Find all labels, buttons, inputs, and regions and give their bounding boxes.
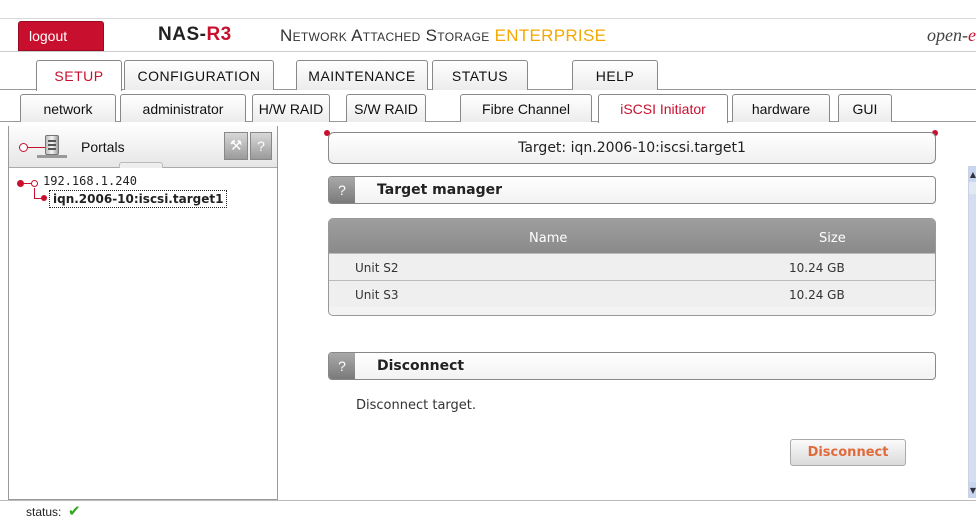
subtab-network[interactable]: network [20, 94, 116, 122]
tree-item-target[interactable]: iqn.2006-10:iscsi.target1 [49, 190, 228, 208]
target-manager-section: ? Target manager [328, 176, 936, 204]
content-scrollbar[interactable]: ▲ ▼ [968, 166, 976, 498]
brand-logo: NAS-R3 [158, 24, 232, 46]
unit-name: Unit S2 [355, 261, 399, 275]
main-content: Target: iqn.2006-10:iscsi.target1 ? Targ… [282, 126, 966, 500]
unit-size: 10.24 GB [789, 261, 845, 275]
units-table: Name Size Unit S2 10.24 GB Unit S3 10.24… [328, 218, 936, 316]
vendor-logo: open-e [927, 25, 976, 46]
column-header-name[interactable]: Name [529, 231, 567, 246]
server-icon [45, 135, 59, 155]
brand-suffix: R3 [206, 24, 232, 45]
connector-line [28, 147, 46, 148]
tab-help[interactable]: HELP [572, 60, 658, 90]
scroll-up-arrow-icon[interactable]: ▲ [969, 166, 976, 182]
portal-node-icon [19, 143, 28, 152]
table-header: Name Size [329, 219, 935, 253]
vendor-prefix: open- [927, 25, 968, 45]
portals-header: Portals ⚒ ? [9, 126, 277, 168]
vendor-suffix: e [968, 25, 976, 45]
status-label: status: [26, 505, 62, 519]
wrench-icon[interactable]: ⚒ [224, 132, 248, 160]
subtitle-text: Network Attached Storage [280, 26, 490, 45]
scroll-down-arrow-icon[interactable]: ▼ [969, 482, 976, 498]
status-bar: status: ✔ [0, 500, 976, 521]
sub-tab-bar: network administrator H/W RAID S/W RAID … [0, 90, 976, 123]
scroll-thumb[interactable] [969, 194, 976, 484]
app-subtitle: Network Attached Storage ENTERPRISE [280, 26, 606, 46]
tab-maintenance[interactable]: MAINTENANCE [296, 60, 428, 90]
subtab-hw-raid[interactable]: H/W RAID [252, 94, 330, 122]
logout-button[interactable]: logout [18, 21, 104, 51]
subtab-gui[interactable]: GUI [838, 94, 892, 122]
tree-item-portal[interactable]: 192.168.1.240 [43, 174, 137, 188]
app-header: logout NAS-R3 Network Attached Storage E… [0, 18, 976, 52]
disconnect-help-button[interactable]: ? [329, 353, 355, 379]
tab-setup[interactable]: SETUP [36, 60, 122, 91]
portals-title: Portals [81, 139, 125, 155]
portals-help-button[interactable]: ? [250, 132, 272, 160]
edition-label: ENTERPRISE [494, 26, 607, 45]
panel-resize-handle[interactable] [119, 162, 163, 168]
main-tab-bar: SETUP CONFIGURATION MAINTENANCE STATUS H… [0, 56, 976, 91]
disconnect-section: ? Disconnect [328, 352, 936, 380]
table-row[interactable]: Unit S3 10.24 GB [329, 280, 935, 307]
subtab-hardware[interactable]: hardware [732, 94, 830, 122]
target-manager-help-button[interactable]: ? [329, 177, 355, 203]
subtab-administrator[interactable]: administrator [120, 94, 246, 122]
tree-leaf-icon [41, 195, 47, 201]
tab-configuration[interactable]: CONFIGURATION [124, 60, 274, 90]
target-manager-title: Target manager [377, 182, 503, 198]
tree-node-icon [31, 180, 38, 187]
disconnect-button[interactable]: Disconnect [790, 439, 906, 466]
brand-prefix: NAS- [158, 24, 207, 45]
tab-status[interactable]: STATUS [432, 60, 528, 90]
disconnect-title: Disconnect [377, 358, 465, 374]
column-header-size[interactable]: Size [819, 231, 846, 246]
subtab-iscsi-initiator[interactable]: iSCSI Initiator [598, 94, 728, 123]
subtab-fibre-channel[interactable]: Fibre Channel [460, 94, 592, 122]
server-base [37, 155, 67, 158]
unit-size: 10.24 GB [789, 288, 845, 302]
checkmark-icon: ✔ [68, 502, 81, 520]
portals-panel: Portals ⚒ ? 192.168.1.240 iqn.2006-10:is… [8, 126, 278, 500]
unit-name: Unit S3 [355, 288, 399, 302]
disconnect-description: Disconnect target. [356, 398, 477, 413]
subtab-sw-raid[interactable]: S/W RAID [346, 94, 426, 122]
target-header: Target: iqn.2006-10:iscsi.target1 [328, 132, 936, 164]
table-row[interactable]: Unit S2 10.24 GB [329, 253, 935, 280]
